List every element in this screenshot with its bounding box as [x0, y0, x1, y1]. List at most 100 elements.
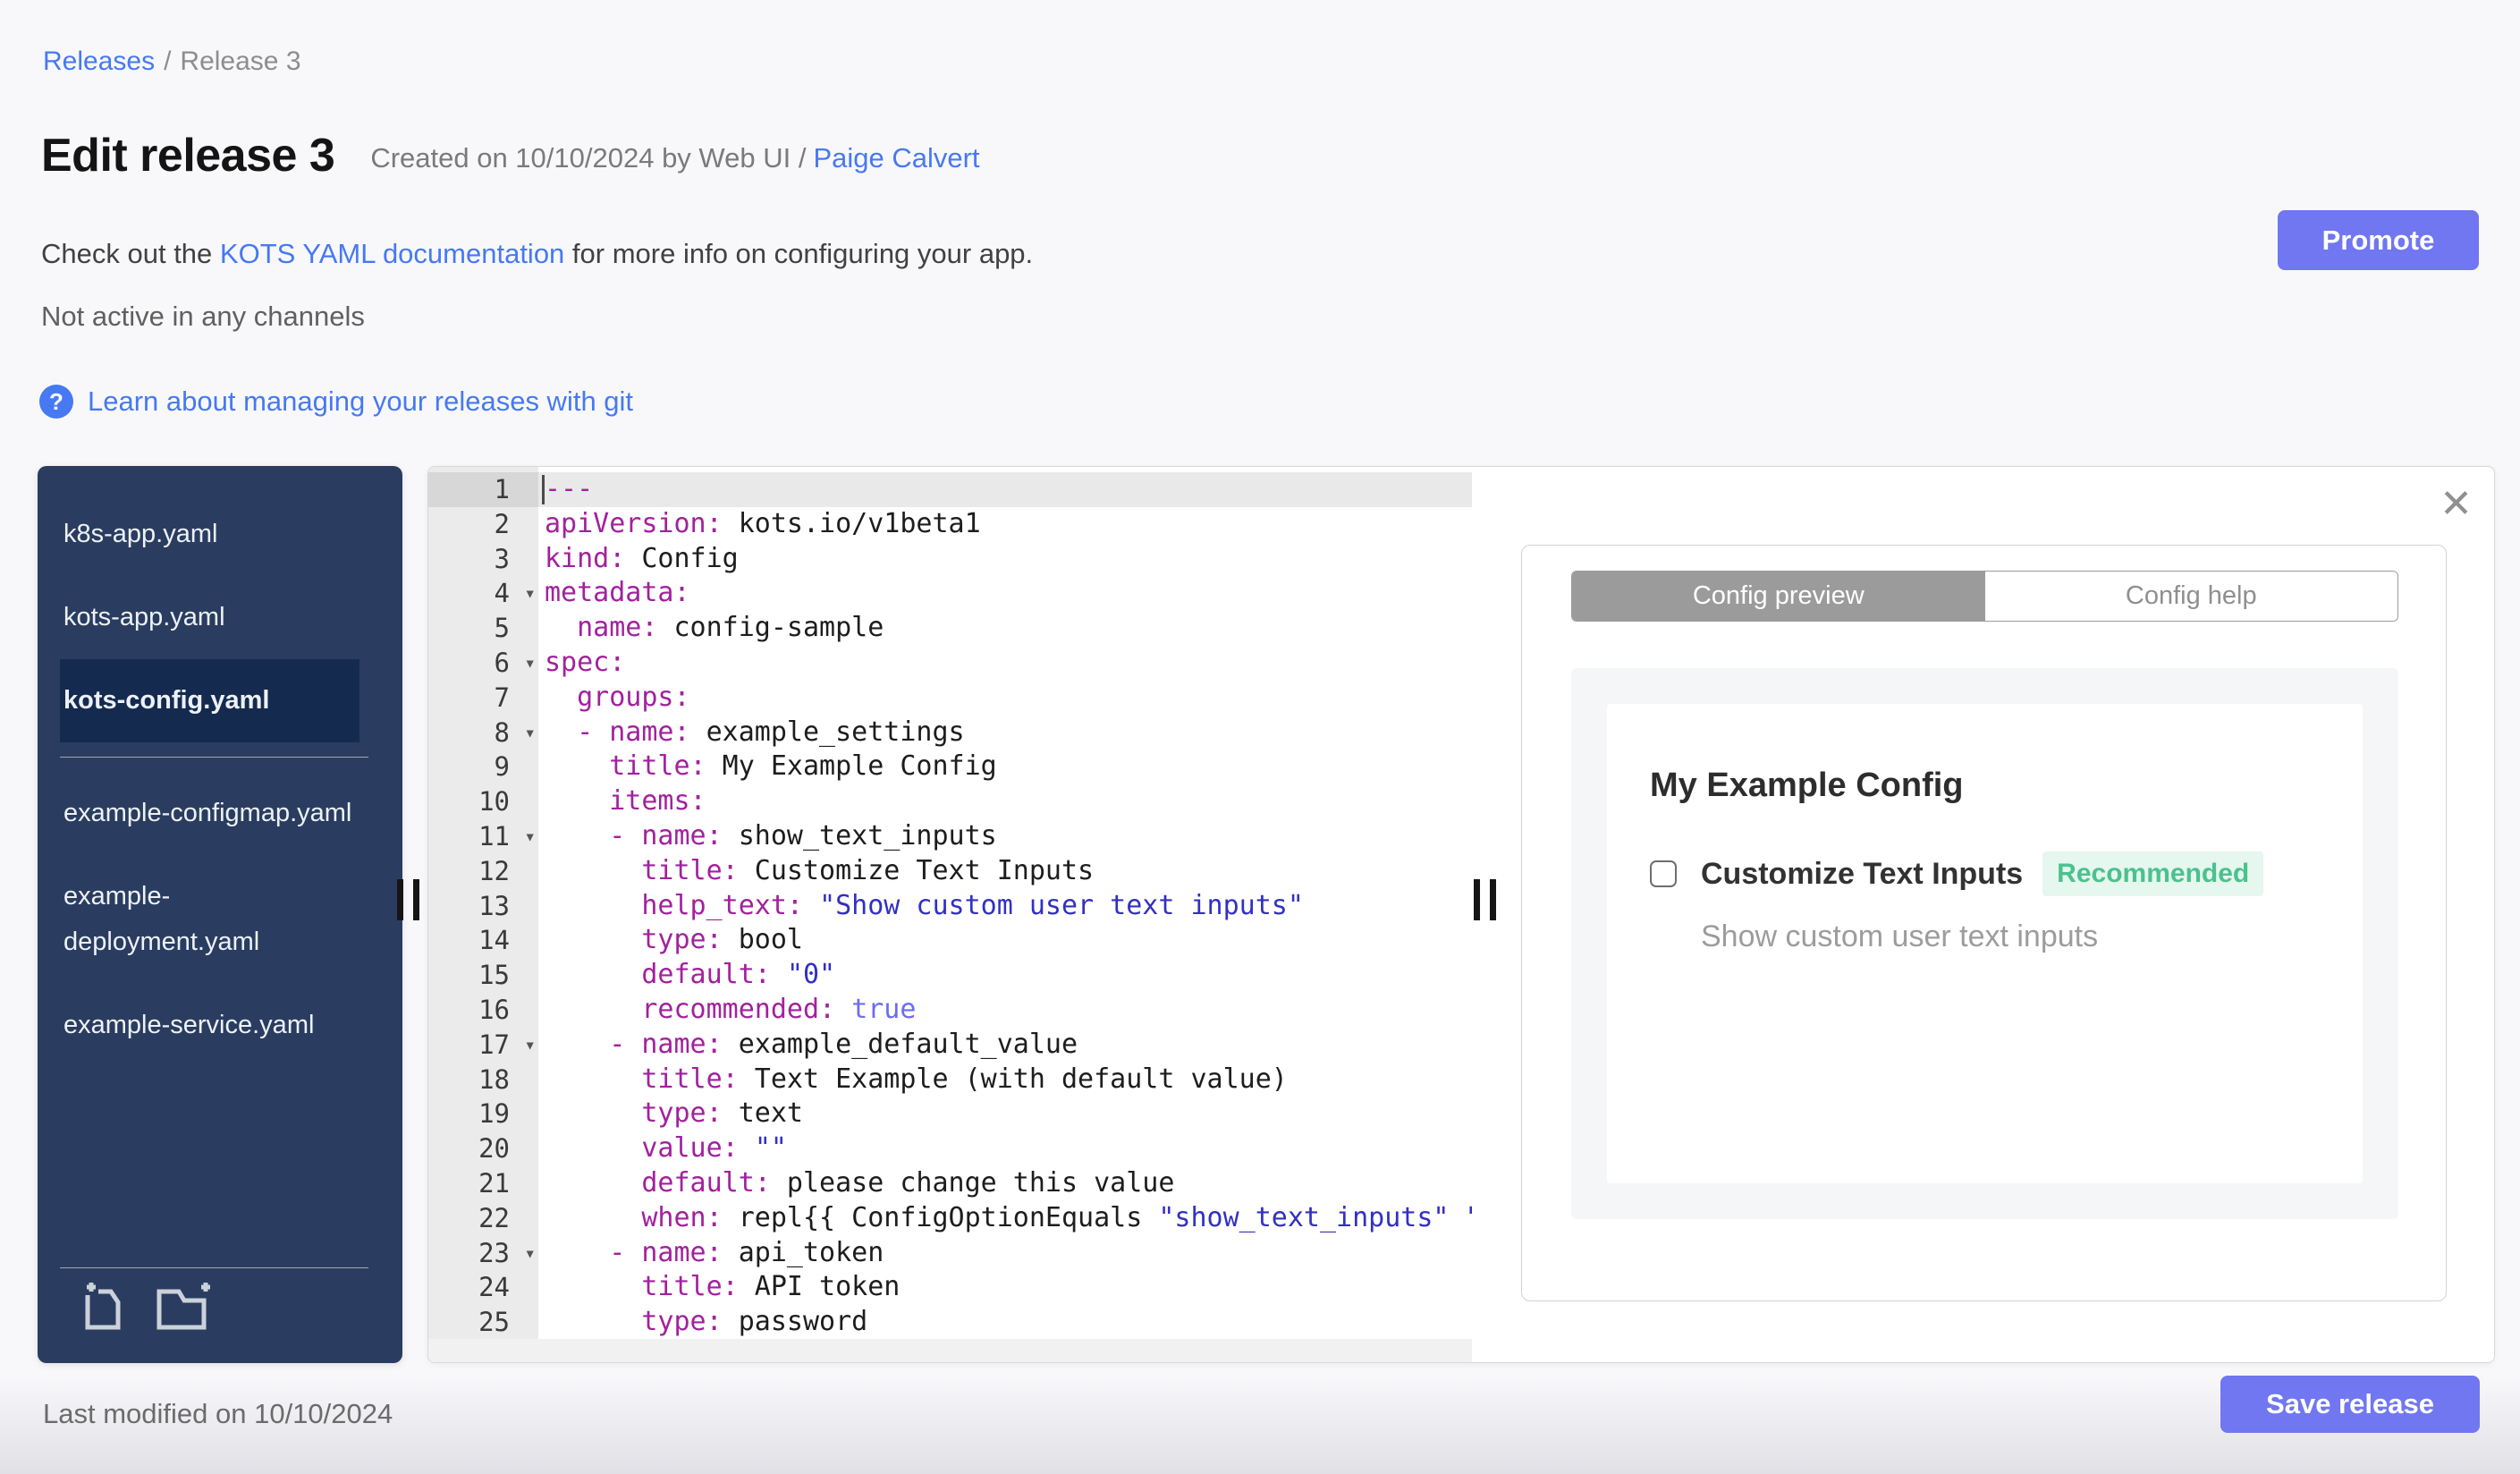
last-modified-text: Last modified on 10/10/2024 — [43, 1398, 393, 1429]
sidebar-file-example-deployment.yaml[interactable]: example-deployment.yaml — [60, 855, 359, 984]
customize-text-inputs-checkbox[interactable] — [1650, 860, 1677, 887]
line-number-17: 17 ▾ — [428, 1028, 538, 1063]
code-line-16[interactable]: recommended: true — [538, 993, 1472, 1028]
editor-code-area[interactable]: --- apiVersion: kots.io/v1beta1 kind: Conf… — [538, 467, 1472, 1339]
channel-status: Not active in any channels — [41, 301, 365, 332]
resize-handle-bar — [397, 879, 403, 920]
resize-handle-bar — [1474, 879, 1480, 920]
title-row: Edit release 3 Created on 10/10/2024 by … — [41, 129, 980, 182]
line-number-6: 6 ▾ — [428, 646, 538, 681]
close-icon[interactable]: ✕ — [2440, 485, 2473, 524]
docs-prefix: Check out the — [41, 238, 220, 269]
sidebar-resize-handle[interactable] — [397, 879, 419, 920]
new-file-icon[interactable] — [75, 1279, 131, 1334]
config-item-help-text: Show custom user text inputs — [1701, 919, 2099, 953]
code-line-8[interactable]: - name: example_settings — [538, 716, 1472, 750]
tab-config-help[interactable]: Config help — [1984, 572, 2397, 621]
code-line-12[interactable]: title: Customize Text Inputs — [538, 854, 1472, 889]
editor-gutter: 1 2 3 4 ▾ 5 6 ▾ 7 8 ▾ 9 10 11 ▾ 12 13 14 15 16 17 ▾ 18 19 20 21 22… — [428, 467, 538, 1339]
line-number-19: 19 — [478, 1098, 510, 1130]
line-number-8: 8 ▾ — [428, 716, 538, 750]
created-by-link[interactable]: Paige Calvert — [813, 142, 979, 174]
line-number-7: 7 — [494, 682, 510, 713]
file-sidebar: k8s-app.yaml kots-app.yaml kots-config.yam… — [38, 466, 402, 1363]
code-line-10[interactable]: items: — [538, 784, 1472, 819]
code-line-2[interactable]: apiVersion: kots.io/v1beta1 — [538, 507, 1472, 542]
file-list: k8s-app.yaml kots-app.yaml kots-config.yam… — [38, 466, 402, 1067]
page-title: Edit release 3 — [41, 130, 335, 182]
editor-horizontal-scrollbar[interactable] — [428, 1339, 1472, 1362]
code-line-9[interactable]: title: My Example Config — [538, 750, 1472, 784]
line-number-2: 2 — [494, 508, 510, 539]
sidebar-divider — [60, 757, 368, 758]
line-number-23: 23 ▾ — [428, 1236, 538, 1271]
breadcrumb-current: Release 3 — [180, 47, 301, 76]
line-number-3: 3 — [494, 543, 510, 574]
code-line-23[interactable]: - name: api_token — [538, 1236, 1472, 1271]
promote-button[interactable]: Promote — [2278, 210, 2479, 270]
fold-arrow-icon[interactable]: ▾ — [524, 819, 536, 854]
save-release-button[interactable]: Save release — [2220, 1376, 2480, 1433]
sidebar-bottom-divider — [60, 1267, 368, 1268]
line-number-10: 10 — [478, 786, 510, 817]
code-line-13[interactable]: help_text: "Show custom user text inputs… — [538, 889, 1472, 924]
fold-arrow-icon[interactable]: ▾ — [524, 646, 536, 681]
created-line: Created on 10/10/2024 by Web UI / Paige C… — [370, 142, 979, 182]
line-number-13: 13 — [478, 890, 510, 921]
code-line-21[interactable]: default: please change this value — [538, 1166, 1472, 1201]
config-group-title: My Example Config — [1650, 767, 1964, 804]
git-releases-link[interactable]: Learn about managing your releases with … — [88, 385, 633, 418]
code-line-4[interactable]: metadata: — [538, 576, 1472, 611]
sidebar-file-kots-app.yaml[interactable]: kots-app.yaml — [60, 576, 359, 659]
code-line-14[interactable]: type: bool — [538, 923, 1472, 958]
tab-config-preview[interactable]: Config preview — [1572, 572, 1985, 621]
sidebar-icons — [75, 1279, 216, 1334]
line-number-9: 9 — [494, 751, 510, 783]
code-line-6[interactable]: spec: — [538, 646, 1472, 681]
resize-handle-bar — [1490, 879, 1496, 920]
fold-arrow-icon[interactable]: ▾ — [524, 576, 536, 611]
new-folder-icon[interactable] — [154, 1279, 216, 1334]
code-line-3[interactable]: kind: Config — [538, 542, 1472, 577]
code-line-25[interactable]: type: password — [538, 1305, 1472, 1339]
line-number-18: 18 — [478, 1063, 510, 1095]
code-line-19[interactable]: type: text — [538, 1097, 1472, 1131]
code-line-7[interactable]: groups: — [538, 681, 1472, 716]
line-number-24: 24 — [478, 1272, 510, 1303]
help-icon[interactable]: ? — [39, 385, 73, 419]
git-help-row: ? Learn about managing your releases wit… — [39, 385, 633, 419]
line-number-4: 4 ▾ — [428, 576, 538, 611]
code-line-24[interactable]: title: API token — [538, 1270, 1472, 1305]
code-line-18[interactable]: title: Text Example (with default value) — [538, 1063, 1472, 1097]
code-line-17[interactable]: - name: example_default_value — [538, 1028, 1472, 1063]
sidebar-file-example-configmap.yaml[interactable]: example-configmap.yaml — [60, 772, 359, 855]
line-number-5: 5 — [494, 613, 510, 644]
fold-arrow-icon[interactable]: ▾ — [524, 1028, 536, 1063]
resize-handle-bar — [413, 879, 419, 920]
kots-yaml-docs-link[interactable]: KOTS YAML documentation — [220, 238, 564, 269]
code-line-11[interactable]: - name: show_text_inputs — [538, 819, 1472, 854]
breadcrumb: Releases / Release 3 — [43, 47, 301, 77]
code-line-1[interactable]: --- — [538, 472, 1472, 507]
config-preview-card: Config preview Config help My Example Co… — [1521, 545, 2447, 1301]
fold-arrow-icon[interactable]: ▾ — [524, 716, 536, 750]
yaml-editor[interactable]: 1 2 3 4 ▾ 5 6 ▾ 7 8 ▾ 9 10 11 ▾ 12 13 14 15 16 17 ▾ 18 19 20 21 22… — [428, 467, 1472, 1362]
breadcrumb-releases-link[interactable]: Releases — [43, 47, 155, 76]
code-line-15[interactable]: default: "0" — [538, 958, 1472, 993]
code-line-20[interactable]: value: "" — [538, 1131, 1472, 1166]
fold-arrow-icon[interactable]: ▾ — [524, 1236, 536, 1271]
sidebar-file-kots-config.yaml[interactable]: kots-config.yaml — [60, 659, 359, 742]
config-item-label: Customize Text Inputs — [1701, 856, 2024, 891]
code-line-5[interactable]: name: config-sample — [538, 611, 1472, 646]
text-cursor — [542, 475, 545, 504]
line-number-16: 16 — [478, 994, 510, 1025]
config-preview-content: My Example Config Customize Text Inputs … — [1607, 704, 2363, 1183]
sidebar-file-k8s-app.yaml[interactable]: k8s-app.yaml — [60, 493, 359, 576]
sidebar-file-example-service.yaml[interactable]: example-service.yaml — [60, 984, 359, 1067]
config-tab-bar: Config preview Config help — [1571, 571, 2398, 622]
created-text: Created on 10/10/2024 by Web UI / — [370, 142, 807, 174]
line-number-14: 14 — [478, 925, 510, 956]
editor-resize-handle[interactable] — [1474, 879, 1496, 920]
line-number-22: 22 — [478, 1202, 510, 1233]
code-line-22[interactable]: when: repl{{ ConfigOptionEquals "show_te… — [538, 1201, 1472, 1236]
